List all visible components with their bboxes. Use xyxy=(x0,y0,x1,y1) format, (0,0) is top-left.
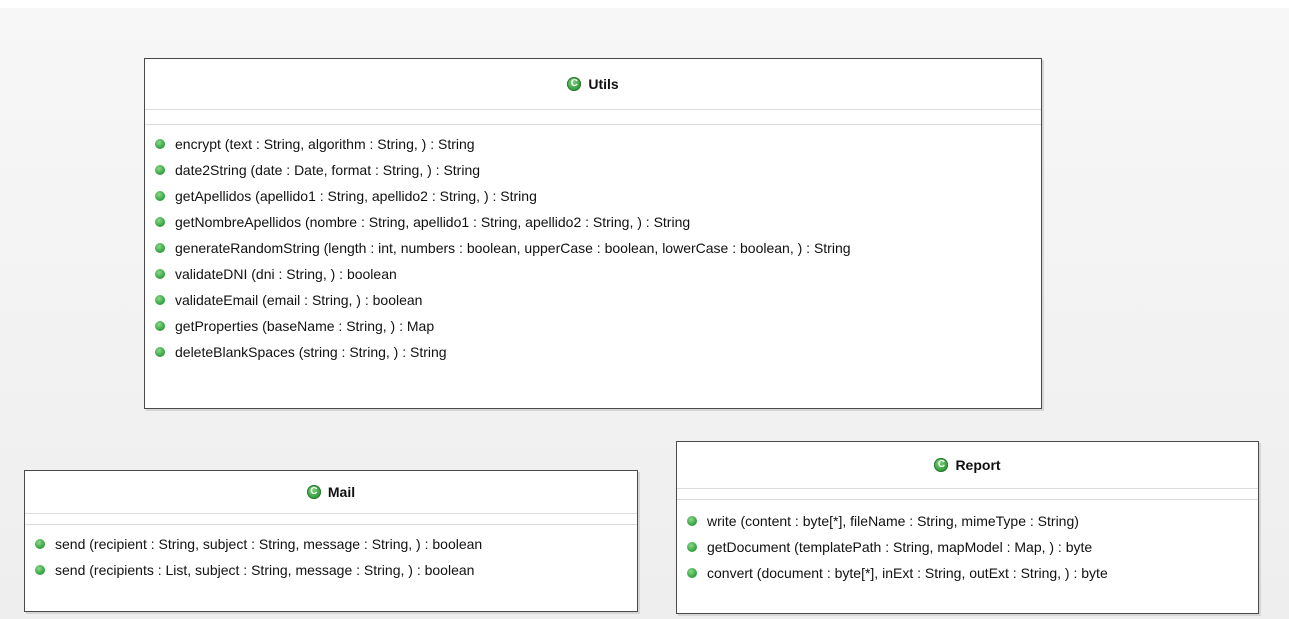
methods-compartment-utils: encrypt (text : String, algorithm : Stri… xyxy=(145,124,1041,365)
method-row[interactable]: getApellidos (apellido1 : String, apelli… xyxy=(145,183,1041,209)
class-header-mail[interactable]: C Mail xyxy=(25,471,637,513)
public-method-icon xyxy=(155,217,165,227)
class-header-report[interactable]: C Report xyxy=(677,442,1258,488)
method-signature: getProperties (baseName : String, ) : Ma… xyxy=(175,318,435,334)
class-box-utils[interactable]: C Utils encrypt (text : String, algorith… xyxy=(144,58,1042,409)
method-signature: deleteBlankSpaces (string : String, ) : … xyxy=(175,344,447,360)
public-method-icon xyxy=(35,565,45,575)
public-method-icon xyxy=(155,191,165,201)
class-name-mail: Mail xyxy=(327,484,356,500)
method-row[interactable]: getDocument (templatePath : String, mapM… xyxy=(677,534,1258,560)
class-name-utils: Utils xyxy=(588,76,619,92)
method-row[interactable]: date2String (date : Date, format : Strin… xyxy=(145,157,1041,183)
attributes-compartment-mail xyxy=(25,513,637,524)
method-row[interactable]: convert (document : byte[*], inExt : Str… xyxy=(677,560,1258,586)
method-signature: validateEmail (email : String, ) : boole… xyxy=(175,292,423,308)
class-name-report: Report xyxy=(955,457,1001,473)
method-signature: getDocument (templatePath : String, mapM… xyxy=(707,539,1093,555)
method-signature: validateDNI (dni : String, ) : boolean xyxy=(175,266,397,282)
class-header-utils[interactable]: C Utils xyxy=(145,59,1041,109)
public-method-icon xyxy=(155,243,165,253)
public-method-icon xyxy=(155,321,165,331)
method-signature: getNombreApellidos (nombre : String, ape… xyxy=(175,214,691,230)
method-row[interactable]: validateEmail (email : String, ) : boole… xyxy=(145,287,1041,313)
method-signature: date2String (date : Date, format : Strin… xyxy=(175,162,481,178)
method-signature: generateRandomString (length : int, numb… xyxy=(175,240,851,256)
method-signature: encrypt (text : String, algorithm : Stri… xyxy=(175,136,475,152)
class-icon: C xyxy=(306,485,321,499)
method-signature: send (recipient : String, subject : Stri… xyxy=(55,536,483,552)
canvas-top-strip xyxy=(0,0,1289,8)
method-row[interactable]: deleteBlankSpaces (string : String, ) : … xyxy=(145,339,1041,365)
public-method-icon xyxy=(687,516,697,526)
method-row[interactable]: write (content : byte[*], fileName : Str… xyxy=(677,508,1258,534)
attributes-compartment-utils xyxy=(145,109,1041,124)
public-method-icon xyxy=(35,539,45,549)
class-icon: C xyxy=(934,458,949,472)
class-box-report[interactable]: C Report write (content : byte[*], fileN… xyxy=(676,441,1259,614)
public-method-icon xyxy=(155,165,165,175)
public-method-icon xyxy=(687,568,697,578)
method-signature: send (recipients : List, subject : Strin… xyxy=(55,562,475,578)
methods-compartment-report: write (content : byte[*], fileName : Str… xyxy=(677,499,1258,586)
method-signature: getApellidos (apellido1 : String, apelli… xyxy=(175,188,537,204)
method-row[interactable]: getProperties (baseName : String, ) : Ma… xyxy=(145,313,1041,339)
method-row[interactable]: encrypt (text : String, algorithm : Stri… xyxy=(145,131,1041,157)
public-method-icon xyxy=(687,542,697,552)
methods-compartment-mail: send (recipient : String, subject : Stri… xyxy=(25,524,637,583)
method-row[interactable]: getNombreApellidos (nombre : String, ape… xyxy=(145,209,1041,235)
method-signature: convert (document : byte[*], inExt : Str… xyxy=(707,565,1108,581)
public-method-icon xyxy=(155,347,165,357)
method-row[interactable]: generateRandomString (length : int, numb… xyxy=(145,235,1041,261)
public-method-icon xyxy=(155,295,165,305)
method-row[interactable]: send (recipient : String, subject : Stri… xyxy=(25,531,637,557)
method-signature: write (content : byte[*], fileName : Str… xyxy=(707,513,1079,529)
method-row[interactable]: validateDNI (dni : String, ) : boolean xyxy=(145,261,1041,287)
method-row[interactable]: send (recipients : List, subject : Strin… xyxy=(25,557,637,583)
attributes-compartment-report xyxy=(677,488,1258,499)
public-method-icon xyxy=(155,139,165,149)
public-method-icon xyxy=(155,269,165,279)
class-icon: C xyxy=(567,77,582,91)
class-box-mail[interactable]: C Mail send (recipient : String, subject… xyxy=(24,470,638,612)
